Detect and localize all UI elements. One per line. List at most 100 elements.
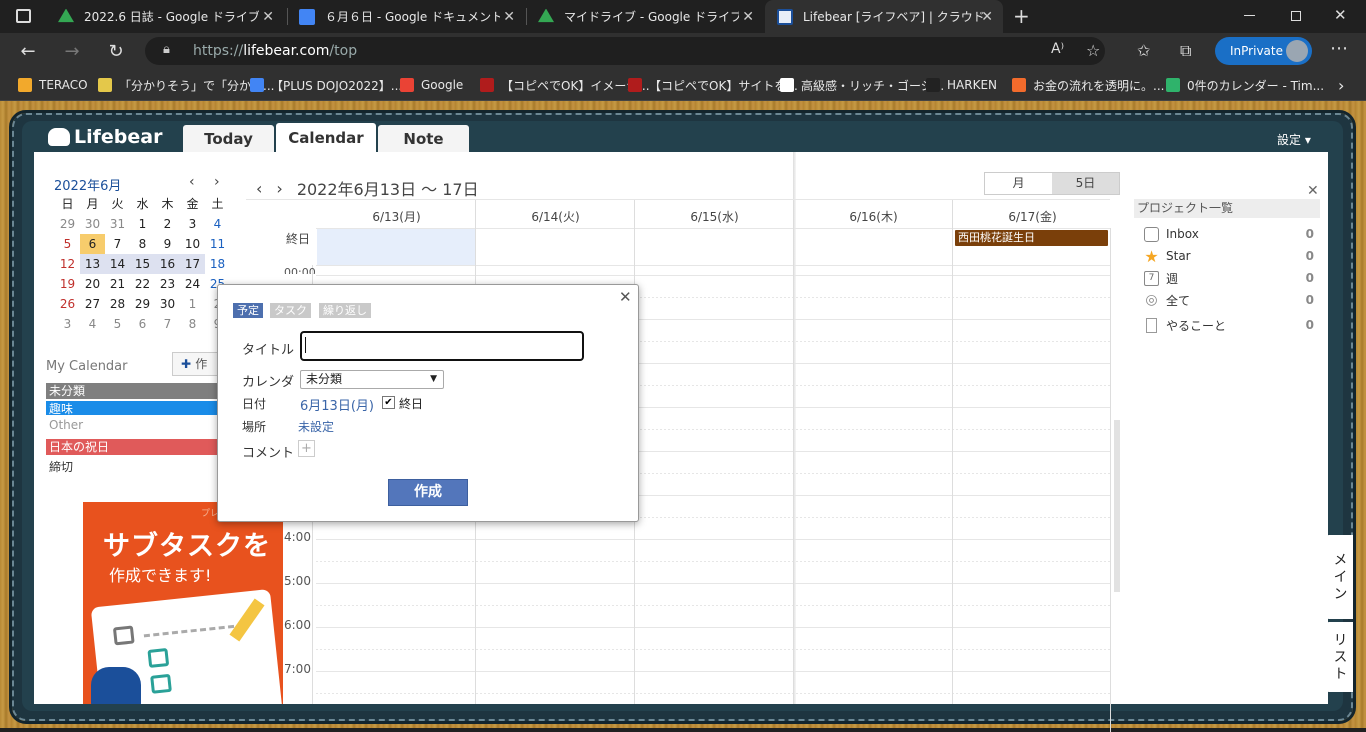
mini-calendar-day[interactable]: 12: [55, 254, 80, 274]
calendar-item[interactable]: 趣味: [46, 401, 218, 416]
collections-icon[interactable]: ⧉: [1180, 41, 1191, 61]
side-tab-list[interactable]: リスト: [1326, 622, 1353, 692]
minimize-icon[interactable]: [1244, 15, 1255, 16]
browser-tab[interactable]: マイドライブ - Google ドライブ ✕: [526, 0, 764, 33]
date-link[interactable]: 6月13日(月): [300, 395, 374, 414]
bookmark-item[interactable]: 高級感・リッチ・ゴージ...: [780, 76, 944, 94]
mini-calendar-day[interactable]: 28: [105, 294, 130, 314]
back-icon[interactable]: ←: [11, 33, 45, 69]
create-button[interactable]: 作成: [388, 479, 468, 506]
project-yarukoto[interactable]: やるこーと 0: [1144, 316, 1320, 334]
next-week-icon[interactable]: ›: [276, 179, 282, 198]
allday-checkbox[interactable]: ✔: [382, 396, 395, 409]
mini-calendar-day[interactable]: 6: [80, 234, 105, 254]
mini-calendar-day[interactable]: 14: [105, 254, 130, 274]
bookmark-item[interactable]: 「分かりそう」で「分から...: [98, 76, 274, 94]
dialog-tab-repeat[interactable]: 繰り返し: [319, 303, 371, 318]
close-tab-icon[interactable]: ✕: [981, 9, 993, 25]
view-month-button[interactable]: 月: [985, 173, 1052, 194]
side-tab-main[interactable]: メイン: [1326, 535, 1353, 619]
mini-calendar-day[interactable]: 17: [180, 254, 205, 274]
workspaces-icon[interactable]: [16, 9, 31, 23]
bookmark-item[interactable]: 【コピペでOK】イメージ...: [480, 76, 650, 94]
allday-selection[interactable]: [317, 229, 475, 265]
bookmark-item[interactable]: HARKEN: [926, 76, 997, 94]
bookmark-item[interactable]: お金の流れを透明に。...: [1012, 76, 1164, 94]
mini-calendar-day[interactable]: 3: [55, 314, 80, 334]
tab-calendar[interactable]: Calendar: [276, 123, 376, 152]
calendar-select[interactable]: 未分類 ▼: [300, 370, 444, 389]
tab-today[interactable]: Today: [183, 125, 274, 152]
project-week[interactable]: 7週 0: [1144, 269, 1320, 287]
mini-calendar-day[interactable]: 22: [130, 274, 155, 294]
mini-calendar-day[interactable]: 30: [80, 214, 105, 234]
mini-calendar-day[interactable]: 20: [80, 274, 105, 294]
more-bookmarks-icon[interactable]: ›: [1338, 76, 1344, 95]
mini-calendar-day[interactable]: 2: [155, 214, 180, 234]
lock-icon[interactable]: 🔒︎: [163, 42, 170, 57]
mini-calendar-day[interactable]: 23: [155, 274, 180, 294]
view-5day-button[interactable]: 5日: [1052, 173, 1119, 194]
mini-calendar-day[interactable]: 5: [55, 234, 80, 254]
read-aloud-icon[interactable]: A⁾: [1051, 41, 1064, 57]
mini-calendar-day[interactable]: 5: [105, 314, 130, 334]
inprivate-button[interactable]: InPrivate: [1215, 37, 1312, 65]
project-all[interactable]: ◎ 全て 0: [1144, 291, 1320, 309]
title-input[interactable]: [300, 331, 584, 361]
close-tab-icon[interactable]: ✕: [503, 9, 515, 25]
mini-calendar-day[interactable]: 1: [130, 214, 155, 234]
more-menu-icon[interactable]: ⋯: [1330, 38, 1348, 59]
mini-calendar-day[interactable]: 6: [130, 314, 155, 334]
mini-calendar-day[interactable]: 29: [130, 294, 155, 314]
mini-calendar-day[interactable]: 8: [180, 314, 205, 334]
mini-calendar-day[interactable]: 3: [180, 214, 205, 234]
forward-icon[interactable]: →: [55, 33, 89, 69]
project-inbox[interactable]: Inbox 0: [1144, 225, 1320, 243]
restore-icon[interactable]: [1291, 11, 1301, 21]
scrollbar[interactable]: [1114, 420, 1120, 592]
mini-calendar-day[interactable]: 4: [80, 314, 105, 334]
refresh-icon[interactable]: ↻: [99, 33, 133, 69]
mini-calendar-day[interactable]: 30: [155, 294, 180, 314]
next-month-icon[interactable]: ›: [214, 174, 220, 190]
close-dialog-icon[interactable]: ✕: [619, 288, 632, 306]
mini-calendar-day[interactable]: 11: [205, 234, 230, 254]
mini-calendar-day[interactable]: 16: [155, 254, 180, 274]
event-chip[interactable]: 西田桃花誕生日: [955, 230, 1108, 246]
tab-note[interactable]: Note: [378, 125, 469, 152]
mini-calendar-day[interactable]: 29: [55, 214, 80, 234]
url-input[interactable]: https://lifebear.com/top: [145, 37, 1105, 65]
mini-calendar-day[interactable]: 26: [55, 294, 80, 314]
calendar-item[interactable]: 未分類: [46, 383, 218, 399]
browser-tab-active[interactable]: Lifebear [ライフベア] | クラウド型電子 ✕: [765, 0, 1003, 33]
mini-calendar-day[interactable]: 7: [155, 314, 180, 334]
mini-calendar-day[interactable]: 4: [205, 214, 230, 234]
project-star[interactable]: ★ Star 0: [1144, 247, 1320, 265]
prev-week-icon[interactable]: ‹: [256, 179, 262, 198]
dialog-tab-event[interactable]: 予定: [233, 303, 263, 318]
bookmark-item[interactable]: Google: [400, 76, 463, 94]
add-comment-icon[interactable]: +: [298, 440, 315, 457]
close-project-panel-icon[interactable]: ✕: [1307, 183, 1319, 199]
promo-banner[interactable]: プレ サブタスクを 作成できます!: [83, 502, 283, 704]
mini-calendar-day[interactable]: 13: [80, 254, 105, 274]
lifebear-logo[interactable]: Lifebear: [48, 126, 162, 148]
calendar-item[interactable]: 日本の祝日: [46, 439, 218, 455]
mini-calendar-day[interactable]: 15: [130, 254, 155, 274]
bookmark-item[interactable]: 【コピペでOK】サイトを...: [628, 76, 798, 94]
mini-calendar-day[interactable]: 1: [180, 294, 205, 314]
browser-tab[interactable]: ６月６日 - Google ドキュメント ✕: [287, 0, 525, 33]
mini-calendar-day[interactable]: 21: [105, 274, 130, 294]
mini-calendar-day[interactable]: 9: [155, 234, 180, 254]
add-favorite-icon[interactable]: ☆: [1086, 41, 1100, 60]
favorites-icon[interactable]: ✩: [1137, 41, 1150, 60]
prev-month-icon[interactable]: ‹: [189, 174, 195, 190]
new-tab-icon[interactable]: +: [1013, 4, 1030, 28]
bookmark-item[interactable]: 【PLUS DOJO2022】...: [250, 76, 402, 94]
mini-calendar-day[interactable]: 18: [205, 254, 230, 274]
calendar-item[interactable]: 締切: [46, 459, 218, 475]
mini-calendar-day[interactable]: 27: [80, 294, 105, 314]
place-link[interactable]: 未設定: [298, 418, 334, 435]
browser-tab[interactable]: 2022.6 日誌 - Google ドライブ ✕: [46, 0, 284, 33]
mini-calendar-day[interactable]: 7: [105, 234, 130, 254]
